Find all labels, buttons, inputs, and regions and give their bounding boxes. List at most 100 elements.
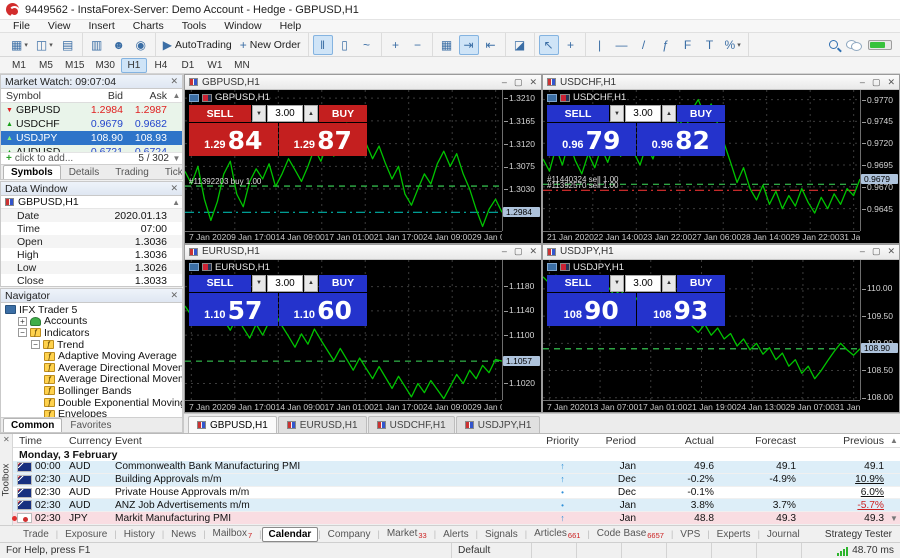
chat-icon[interactable] — [846, 40, 862, 51]
volume-up-icon[interactable]: ▲ — [662, 274, 676, 292]
calendar-column-actual[interactable]: Actual — [642, 435, 720, 447]
sell-price[interactable]: 108 90 — [547, 292, 636, 326]
search-icon[interactable] — [829, 40, 838, 49]
chart-window-titlebar[interactable]: EURUSD,H1 – ▢ ✕ — [185, 244, 541, 260]
calendar-column-previous[interactable]: Previous — [802, 435, 888, 447]
add-symbol-label[interactable]: click to add... — [15, 153, 73, 164]
zoom-out-icon[interactable]: − — [408, 35, 428, 55]
time-axis[interactable]: 21 Jan 2020 22 Jan 14:00 23 Jan 22:00 27 Ja… — [543, 230, 860, 243]
timeframe-m15[interactable]: M15 — [60, 58, 89, 73]
toolbox-tab-mailbox[interactable]: Mailbox 7 — [206, 526, 260, 542]
chart-tab-eurusd[interactable]: EURUSD,H1 — [277, 416, 367, 433]
bar-chart-icon[interactable]: ‖ — [312, 34, 333, 55]
collapse-icon[interactable]: − — [18, 328, 27, 338]
calendar-column-priority[interactable]: Priority — [535, 435, 590, 447]
tab-ticks[interactable]: Ticks — [157, 165, 182, 179]
volume-up-icon[interactable]: ▲ — [304, 274, 318, 292]
timeframe-h4[interactable]: H4 — [148, 58, 174, 73]
timeframe-d1[interactable]: D1 — [175, 58, 201, 73]
chart-tab-usdchf[interactable]: USDCHF,H1 — [367, 416, 455, 433]
buy-price[interactable]: 1.10 60 — [278, 292, 367, 326]
navigator-item[interactable]: ƒ Adaptive Moving Average — [1, 350, 182, 362]
crosshair-icon[interactable]: + — [561, 35, 581, 55]
close-icon[interactable]: ✕ — [529, 77, 537, 88]
volume-down-icon[interactable]: ▼ — [252, 274, 266, 292]
close-icon[interactable]: ✕ — [170, 76, 178, 87]
price-axis[interactable]: 1.3210 1.3165 1.3120 1.3075 1.3030 1.2984 — [502, 90, 541, 231]
toolbox-tab-vps[interactable]: VPS — [673, 527, 707, 542]
timeframe-h1[interactable]: H1 — [120, 57, 147, 73]
menu-view[interactable]: View — [39, 20, 80, 32]
tab-trading[interactable]: Trading — [107, 165, 157, 179]
buy-price[interactable]: 1.29 87 — [278, 123, 367, 156]
timeframe-m1[interactable]: M1 — [6, 58, 32, 73]
strategy-tester-button[interactable]: Strategy Tester — [825, 529, 900, 540]
navigator-item[interactable]: ƒDouble Exponential Moving Av — [1, 397, 182, 408]
data-folder-icon[interactable]: ▤ — [58, 35, 78, 55]
volume-field[interactable]: 3.00 — [267, 274, 303, 292]
timeframe-mn[interactable]: MN — [229, 58, 255, 73]
oneclick-trading-icon[interactable] — [560, 263, 570, 271]
sell-button[interactable]: SELL — [547, 105, 609, 122]
toolbox-tab-market[interactable]: Market 33 — [380, 526, 434, 542]
calendar-row[interactable]: 00:00 AUD Commonwealth Bank Manufacturing … — [13, 461, 900, 474]
new-chart-icon[interactable]: ▦ ▾ — [8, 35, 31, 55]
buy-button[interactable]: BUY — [677, 274, 725, 292]
chart-window-titlebar[interactable]: USDCHF,H1 – ▢ ✕ — [543, 75, 899, 90]
column-symbol[interactable]: Symbol — [1, 90, 83, 102]
line-chart-icon[interactable]: ~ — [357, 35, 377, 55]
calendar-row[interactable]: 02:30 AUD Private House Approvals m/m • Dec -… — [13, 486, 900, 500]
toolbox-tab-news[interactable]: News — [164, 527, 203, 542]
menu-file[interactable]: File — [4, 20, 39, 32]
add-symbol-icon[interactable]: + — [6, 153, 12, 164]
minimize-icon[interactable]: – — [860, 77, 865, 88]
menu-help[interactable]: Help — [271, 20, 311, 32]
depth-of-market-icon[interactable] — [547, 93, 557, 102]
toolbox-tab-signals[interactable]: Signals — [478, 527, 525, 542]
dropdown-arrow-icon[interactable]: ▾ — [24, 41, 28, 49]
minimize-icon[interactable]: – — [502, 77, 507, 88]
buy-button[interactable]: BUY — [319, 105, 367, 122]
toolbox-tab-code-base[interactable]: Code Base 6657 — [590, 526, 671, 542]
tab-details[interactable]: Details — [61, 165, 108, 179]
close-icon[interactable]: ✕ — [887, 77, 895, 88]
auto-scroll-icon[interactable]: ⇥ — [458, 34, 479, 55]
maximize-icon[interactable]: ▢ — [872, 246, 881, 257]
text-icon[interactable]: T — [700, 35, 720, 55]
calendar-row[interactable]: 02:30 AUD Building Approvals m/m ↑ Dec -0.2% -… — [13, 473, 900, 487]
calendar-column-event[interactable]: Event — [111, 435, 535, 447]
sell-button[interactable]: SELL — [547, 274, 609, 292]
toolbox-tab-exposure[interactable]: Exposure — [58, 527, 114, 542]
market-watch-row-usdchf[interactable]: ▲ USDCHF 0.9679 0.9682 — [1, 117, 182, 131]
chart-body[interactable]: GBPUSD,H1 SELL ▼ 3.00 ▲ BUY 1.29 84 1.29 87 #11392… — [185, 90, 541, 243]
calendar-column-period[interactable]: Period — [590, 435, 642, 447]
autotrading-button[interactable]: ▶ AutoTrading — [160, 35, 235, 55]
oneclick-trading-icon[interactable] — [202, 263, 212, 271]
market-watch-row-audusd[interactable]: ▲ AUDUSD 0.6721 0.6724 — [1, 145, 182, 152]
timeframe-w1[interactable]: W1 — [202, 58, 228, 73]
chart-window-titlebar[interactable]: GBPUSD,H1 – ▢ ✕ — [185, 75, 541, 90]
depth-of-market-icon[interactable] — [547, 263, 557, 271]
chart-tab-gbpusd[interactable]: GBPUSD,H1 — [188, 416, 277, 433]
menu-insert[interactable]: Insert — [80, 20, 124, 32]
tab-favorites[interactable]: Favorites — [62, 418, 119, 432]
volume-down-icon[interactable]: ▼ — [252, 105, 266, 122]
chart-tab-usdjpy[interactable]: USDJPY,H1 — [455, 416, 541, 433]
maximize-icon[interactable]: ▢ — [514, 77, 523, 88]
menu-window[interactable]: Window — [215, 20, 270, 32]
tile-windows-icon[interactable]: ▦ — [437, 35, 457, 55]
collapse-icon[interactable]: − — [31, 340, 40, 350]
price-axis[interactable]: 110.00109.50109.00108.50108.00108.90 — [860, 259, 899, 402]
price-axis[interactable]: 1.1180 1.1140 1.1100 1.1020 1.1057 — [502, 259, 541, 400]
cursor-icon[interactable]: ↖ — [538, 34, 559, 55]
navigator-item[interactable]: ƒ Envelopes — [1, 408, 182, 417]
depth-of-market-icon[interactable] — [189, 263, 199, 271]
toolbox-tab-articles[interactable]: Articles 661 — [527, 526, 587, 542]
maximize-icon[interactable]: ▢ — [514, 246, 523, 257]
volume-down-icon[interactable]: ▼ — [610, 274, 624, 292]
sell-price[interactable]: 0.96 79 — [547, 123, 636, 156]
docs-icon[interactable]: ▥ — [87, 35, 107, 55]
sell-price[interactable]: 1.10 57 — [189, 292, 278, 326]
volume-down-icon[interactable]: ▼ — [610, 105, 624, 122]
new-order-button[interactable]: + New Order — [237, 35, 304, 55]
